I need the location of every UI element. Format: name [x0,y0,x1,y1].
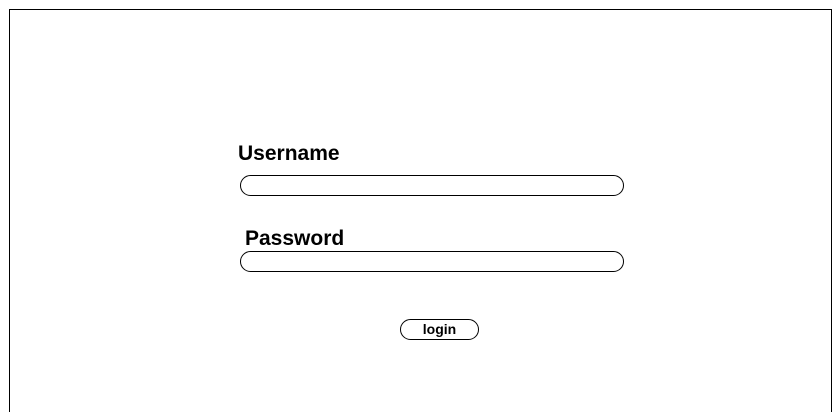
login-button[interactable]: login [400,319,479,340]
password-label: Password [245,227,345,250]
login-panel: Username Password login [9,9,832,412]
username-label: Username [238,142,340,165]
username-input[interactable] [240,175,624,196]
password-input[interactable] [240,251,624,272]
